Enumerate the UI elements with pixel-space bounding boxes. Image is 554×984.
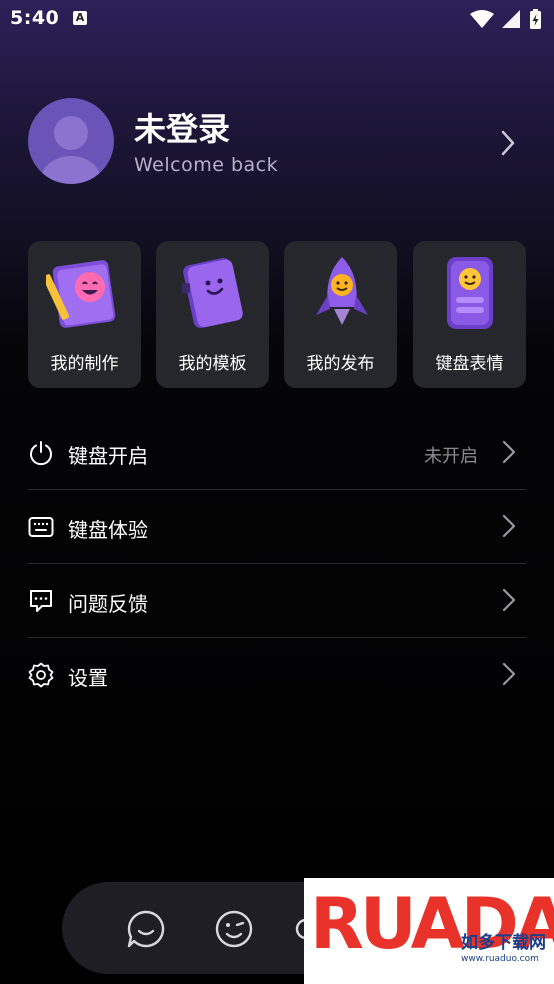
feature-cards: 我的制作 我的模板 我的发布 键盘表情 [28, 241, 526, 388]
chevron-right-icon [502, 514, 516, 538]
menu-status: 未开启 [424, 446, 478, 467]
menu-label: 键盘开启 [68, 444, 148, 468]
card-label: 键盘表情 [435, 354, 504, 374]
status-time: 5:40 [10, 7, 60, 29]
power-icon [30, 441, 52, 466]
card-label: 我的制作 [50, 354, 119, 374]
card-my-creations[interactable]: 我的制作 [28, 241, 141, 388]
emoji-device-icon [447, 257, 493, 329]
feedback-icon [30, 590, 52, 612]
chat-smile-tab-icon[interactable] [126, 909, 166, 949]
avatar[interactable] [28, 98, 114, 184]
chevron-right-icon [502, 662, 516, 686]
status-bar: 5:40 A [0, 0, 554, 38]
settings-menu: 键盘开启 未开启 键盘体验 问题反馈 设置 [28, 416, 526, 711]
menu-label: 键盘体验 [68, 518, 148, 542]
card-my-publish[interactable]: 我的发布 [284, 241, 397, 388]
menu-item-keyboard-enable[interactable]: 键盘开启 未开启 [28, 416, 526, 490]
profile-name: 未登录 [134, 110, 231, 148]
watermark-url: www.ruaduo.com [461, 954, 539, 964]
profile-subtitle: Welcome back [134, 154, 279, 176]
menu-label: 设置 [68, 666, 108, 690]
menu-item-keyboard-trial[interactable]: 键盘体验 [28, 490, 526, 564]
menu-item-feedback[interactable]: 问题反馈 [28, 564, 526, 638]
template-book-icon [182, 258, 243, 328]
settings-icon [28, 662, 54, 688]
chevron-right-icon [502, 588, 516, 612]
creation-icon [46, 260, 116, 328]
card-label: 我的模板 [178, 354, 247, 374]
wifi-icon [470, 10, 494, 28]
menu-label: 问题反馈 [68, 592, 148, 616]
signal-icon [502, 10, 520, 28]
chevron-right-icon [502, 440, 516, 464]
menu-item-settings[interactable]: 设置 [28, 638, 526, 711]
card-keyboard-emoji[interactable]: 键盘表情 [413, 241, 526, 388]
wink-emoji-tab-icon[interactable] [214, 909, 254, 949]
battery-icon [530, 9, 541, 29]
user-avatar-icon [41, 116, 101, 184]
profile-header[interactable]: 未登录 Welcome back [28, 98, 526, 186]
rocket-icon [316, 257, 368, 325]
chevron-right-icon[interactable] [500, 130, 516, 156]
notification-badge-icon: A [73, 11, 87, 25]
card-my-templates[interactable]: 我的模板 [156, 241, 269, 388]
status-icons [470, 9, 541, 29]
watermark-logo: RUADADO 如多下载网 www.ruaduo.com [304, 878, 554, 984]
watermark-cn: 如多下载网 [461, 933, 546, 953]
keyboard-icon [28, 517, 54, 537]
card-label: 我的发布 [306, 354, 375, 374]
